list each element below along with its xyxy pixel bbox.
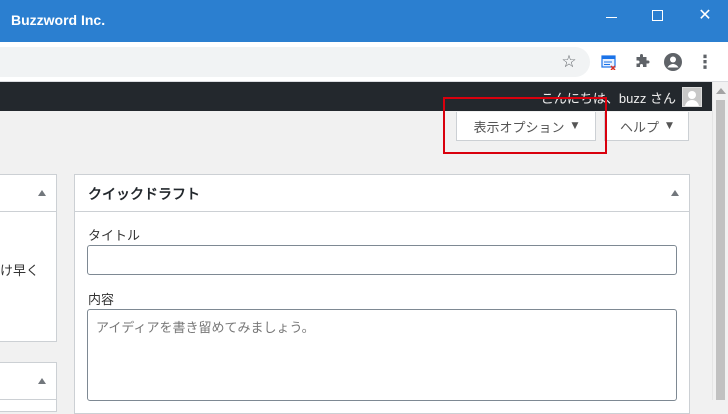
extension-icon[interactable] — [598, 51, 620, 73]
postbox-header — [0, 175, 56, 212]
postbox-header — [0, 363, 56, 400]
title-label: タイトル — [88, 229, 141, 244]
collapse-toggle-icon[interactable] — [671, 190, 679, 196]
vertical-scrollbar[interactable] — [712, 82, 728, 400]
maximize-button[interactable] — [643, 6, 673, 28]
left-postbox: け早く — [0, 174, 57, 342]
quick-draft-header: クイックドラフト — [75, 175, 689, 212]
avatar[interactable] — [682, 87, 702, 107]
minimize-button[interactable] — [597, 6, 627, 28]
address-bar[interactable] — [0, 47, 590, 77]
left-postbox-2 — [0, 362, 57, 412]
profile-icon[interactable] — [662, 51, 684, 73]
dropdown-arrow-icon: ▼ — [666, 121, 673, 131]
collapse-toggle-icon[interactable] — [38, 190, 46, 196]
left-postbox-text: け早く — [0, 264, 40, 279]
window-title: Buzzword Inc. — [11, 12, 106, 28]
title-input[interactable] — [87, 245, 677, 275]
help-label: ヘルプ — [620, 120, 660, 136]
browser-toolbar: ☆ ⋮ — [0, 42, 728, 82]
scroll-up-arrow-icon[interactable] — [716, 88, 726, 94]
highlight-box — [443, 97, 607, 154]
quick-draft-title: クイックドラフト — [88, 187, 200, 203]
content-textarea[interactable]: アイディアを書き留めてみましょう。 — [87, 309, 677, 401]
window-titlebar: Buzzword Inc. ✕ — [0, 0, 728, 42]
quick-draft-panel: クイックドラフト タイトル 内容 アイディアを書き留めてみましょう。 — [74, 174, 690, 414]
puzzle-icon[interactable] — [631, 51, 653, 73]
menu-icon[interactable]: ⋮ — [694, 51, 716, 73]
avatar-head-icon — [688, 91, 696, 99]
avatar-body-icon — [685, 100, 699, 106]
collapse-toggle-icon[interactable] — [38, 378, 46, 384]
content-label: 内容 — [88, 293, 115, 308]
star-icon[interactable]: ☆ — [558, 51, 580, 73]
close-button[interactable]: ✕ — [690, 6, 720, 28]
help-button[interactable]: ヘルプ ▼ — [604, 112, 689, 141]
scrollbar-thumb[interactable] — [716, 100, 725, 400]
